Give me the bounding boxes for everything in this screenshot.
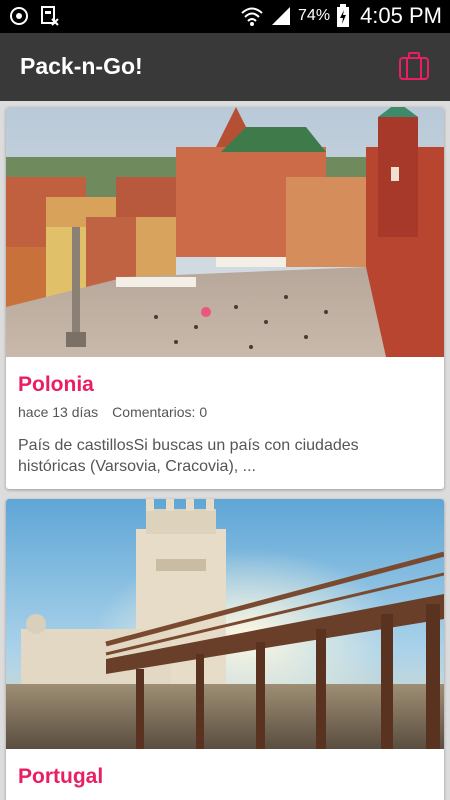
post-comments-count[interactable]: Comentarios: 0: [112, 404, 207, 420]
post-title[interactable]: Polonia: [18, 373, 94, 397]
signal-icon: [272, 7, 291, 25]
battery-charging-icon: [337, 4, 350, 27]
posts-feed[interactable]: Polonia hace 13 días Comentarios: 0 País…: [0, 101, 450, 800]
post-date: hace 13 días: [18, 404, 99, 420]
post-image-lisbon: [6, 499, 444, 749]
post-card[interactable]: Polonia hace 13 días Comentarios: 0 País…: [6, 107, 444, 489]
app-title: Pack-n-Go!: [20, 53, 143, 79]
post-meta: hace 13 días Comentarios: 0: [18, 404, 207, 420]
sim-card-icon: [41, 6, 59, 26]
app-bar: Pack-n-Go!: [0, 33, 450, 101]
suitcase-icon[interactable]: [398, 51, 430, 81]
post-excerpt: País de castillosSi buscas un país con c…: [18, 437, 359, 475]
post-image-warsaw: [6, 107, 444, 357]
wifi-icon: [241, 7, 263, 26]
post-title[interactable]: Portugal: [18, 765, 103, 789]
post-card[interactable]: Portugal: [6, 499, 444, 800]
sync-icon: [10, 7, 28, 25]
status-bar: 74% 4:05 PM: [0, 0, 450, 33]
clock: 4:05 PM: [360, 3, 442, 28]
battery-percent: 74%: [298, 7, 331, 24]
